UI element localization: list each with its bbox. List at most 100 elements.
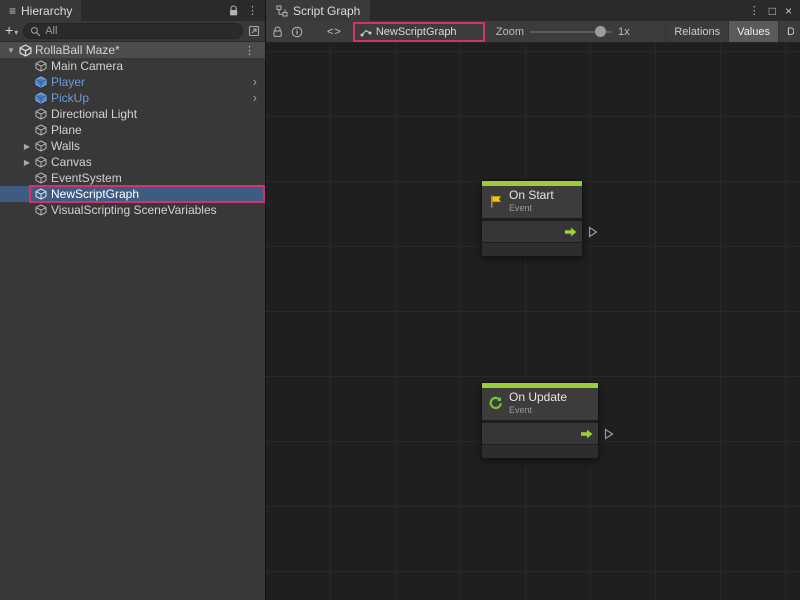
- script-graph-icon: [276, 5, 288, 17]
- node-footer: [482, 445, 598, 458]
- hierarchy-toolbar: + ▾ All: [0, 21, 265, 42]
- hierarchy-item-label: Plane: [51, 123, 82, 137]
- node-subtitle: Event: [509, 404, 567, 416]
- hierarchy-row-walls[interactable]: ▶ Walls: [0, 138, 265, 154]
- unity-editor-window: ≡ Hierarchy ⋮ + ▾ All: [0, 0, 800, 600]
- hierarchy-item-label: Directional Light: [51, 107, 137, 121]
- hierarchy-kebab-menu-icon[interactable]: ⋮: [247, 4, 258, 17]
- hierarchy-tab-icons: ⋮: [221, 0, 265, 21]
- window-controls: ⋮ □ ×: [741, 0, 800, 21]
- hierarchy-row-pickup[interactable]: PickUp ›: [0, 90, 265, 106]
- gameobject-icon: [34, 124, 48, 136]
- close-icon[interactable]: ×: [785, 4, 792, 18]
- graph-toolbar-toggles: Relations Values Di: [665, 21, 794, 42]
- hierarchy-row-scenevariables[interactable]: VisualScripting SceneVariables: [0, 202, 265, 218]
- gameobject-icon: [34, 204, 48, 216]
- gameobject-icon: [34, 60, 48, 72]
- unity-scene-icon: [18, 44, 32, 57]
- zoom-slider[interactable]: [530, 25, 612, 39]
- hierarchy-tree: ▼ RollaBall Maze* ⋮ Main Camera: [0, 42, 265, 218]
- lock-icon[interactable]: [228, 5, 239, 17]
- create-object-button[interactable]: + ▾: [5, 23, 18, 40]
- foldout-open-icon[interactable]: ▼: [4, 46, 18, 55]
- flag-icon: [488, 194, 503, 209]
- hierarchy-item-label: Walls: [51, 139, 80, 153]
- tab-script-graph-label: Script Graph: [293, 4, 360, 18]
- hierarchy-panel: ≡ Hierarchy ⋮ + ▾ All: [0, 0, 266, 600]
- node-subtitle: Event: [509, 202, 554, 214]
- hierarchy-row-directional-light[interactable]: Directional Light: [0, 106, 265, 122]
- tab-hierarchy-label: Hierarchy: [21, 4, 72, 18]
- gameobject-icon: [34, 108, 48, 120]
- dropdown-caret-icon: ▾: [14, 26, 18, 40]
- script-graph-tabstrip: Script Graph ⋮ □ ×: [266, 0, 800, 21]
- graph-canvas[interactable]: On Start Event: [266, 43, 800, 600]
- search-icon: [30, 26, 41, 37]
- hierarchy-item-label: Player: [51, 75, 85, 89]
- graph-asset-button[interactable]: NewScriptGraph: [354, 23, 484, 41]
- open-search-window-icon[interactable]: [248, 25, 260, 37]
- connection-port-icon[interactable]: [588, 226, 598, 238]
- hierarchy-tabstrip: ≡ Hierarchy ⋮: [0, 0, 265, 21]
- hierarchy-item-label: Main Camera: [51, 59, 123, 73]
- hierarchy-search-input[interactable]: All: [23, 23, 243, 39]
- zoom-label: Zoom: [496, 26, 524, 38]
- graph-toolbar: <> NewScriptGraph Zoom 1x Relations Valu…: [266, 21, 800, 43]
- hierarchy-row-newscriptgraph[interactable]: NewScriptGraph: [0, 186, 265, 202]
- node-title: On Start: [509, 189, 554, 201]
- hierarchy-row-canvas[interactable]: ▶ Canvas: [0, 154, 265, 170]
- node-ports: [482, 423, 598, 445]
- hierarchy-row-player[interactable]: Player ›: [0, 74, 265, 90]
- control-output-port-icon[interactable]: [581, 429, 593, 439]
- connection-port-icon[interactable]: [604, 428, 614, 440]
- node-header[interactable]: On Start Event: [482, 186, 582, 221]
- plus-icon: +: [5, 23, 13, 37]
- hierarchy-row-eventsystem[interactable]: EventSystem: [0, 170, 265, 186]
- tabstrip-spacer: [81, 0, 221, 21]
- hierarchy-item-label: Canvas: [51, 155, 92, 169]
- control-output-port-icon[interactable]: [565, 227, 577, 237]
- info-icon[interactable]: [291, 26, 303, 38]
- scene-kebab-menu-icon[interactable]: ⋮: [244, 44, 265, 57]
- hierarchy-item-label: VisualScripting SceneVariables: [51, 203, 217, 217]
- prefab-open-chevron-icon[interactable]: ›: [253, 93, 265, 103]
- node-on-update[interactable]: On Update Event: [482, 383, 598, 458]
- graph-asset-icon: [360, 26, 372, 38]
- code-view-toggle[interactable]: <>: [327, 26, 342, 38]
- foldout-closed-icon[interactable]: ▶: [20, 158, 34, 167]
- maximize-icon[interactable]: □: [769, 4, 776, 18]
- zoom-value-label: 1x: [618, 26, 630, 38]
- window-menu-icon[interactable]: ≡: [9, 4, 16, 18]
- hierarchy-row-plane[interactable]: Plane: [0, 122, 265, 138]
- prefab-icon: [34, 92, 48, 104]
- foldout-closed-icon[interactable]: ▶: [20, 142, 34, 151]
- values-toggle-button[interactable]: Values: [728, 21, 778, 42]
- gameobject-icon: [34, 188, 48, 200]
- hierarchy-row-main-camera[interactable]: Main Camera: [0, 58, 265, 74]
- node-titles: On Update Event: [509, 391, 567, 416]
- scene-row[interactable]: ▼ RollaBall Maze* ⋮: [0, 42, 265, 58]
- node-on-start[interactable]: On Start Event: [482, 181, 582, 256]
- search-filter-label: All: [45, 25, 57, 37]
- node-title: On Update: [509, 391, 567, 403]
- node-header[interactable]: On Update Event: [482, 388, 598, 423]
- prefab-icon: [34, 76, 48, 88]
- hierarchy-item-label: EventSystem: [51, 171, 122, 185]
- hierarchy-item-label: PickUp: [51, 91, 89, 105]
- tabstrip-spacer: [370, 0, 740, 21]
- window-kebab-menu-icon[interactable]: ⋮: [749, 4, 760, 17]
- loop-icon: [488, 396, 503, 411]
- node-titles: On Start Event: [509, 189, 554, 214]
- node-footer: [482, 243, 582, 256]
- lock-icon[interactable]: [272, 26, 283, 38]
- hierarchy-item-label: NewScriptGraph: [51, 187, 139, 201]
- dim-toggle-button[interactable]: Di: [778, 21, 794, 42]
- prefab-open-chevron-icon[interactable]: ›: [253, 77, 265, 87]
- relations-toggle-button[interactable]: Relations: [665, 21, 728, 42]
- gameobject-icon: [34, 156, 48, 168]
- tab-script-graph[interactable]: Script Graph: [266, 0, 370, 21]
- zoom-slider-knob[interactable]: [595, 26, 606, 37]
- graph-asset-name-label: NewScriptGraph: [376, 26, 457, 38]
- tab-hierarchy[interactable]: ≡ Hierarchy: [0, 0, 81, 21]
- gameobject-icon: [34, 140, 48, 152]
